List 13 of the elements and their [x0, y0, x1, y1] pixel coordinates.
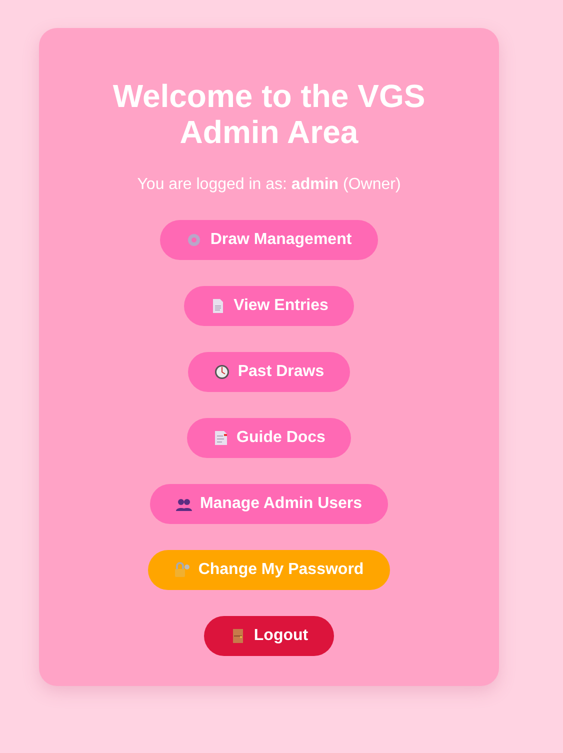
menu-button[interactable]: Guide Docs: [186, 418, 352, 458]
menu-button[interactable]: Change My Password: [148, 550, 390, 590]
menu-button[interactable]: View Entries: [184, 286, 354, 326]
menu-button[interactable]: Manage Admin Users: [150, 484, 388, 524]
menu-button[interactable]: Logout: [204, 616, 334, 656]
lock-key-icon: [174, 562, 190, 578]
users-icon: [176, 496, 192, 512]
page-title: Welcome to the VGS Admin Area: [112, 78, 426, 150]
clock-icon: [214, 364, 230, 380]
menu-button[interactable]: Past Draws: [188, 352, 350, 392]
login-status: You are logged in as: admin (Owner): [137, 176, 401, 194]
menu-button[interactable]: Draw Management: [160, 220, 378, 260]
document-icon: [212, 430, 229, 446]
